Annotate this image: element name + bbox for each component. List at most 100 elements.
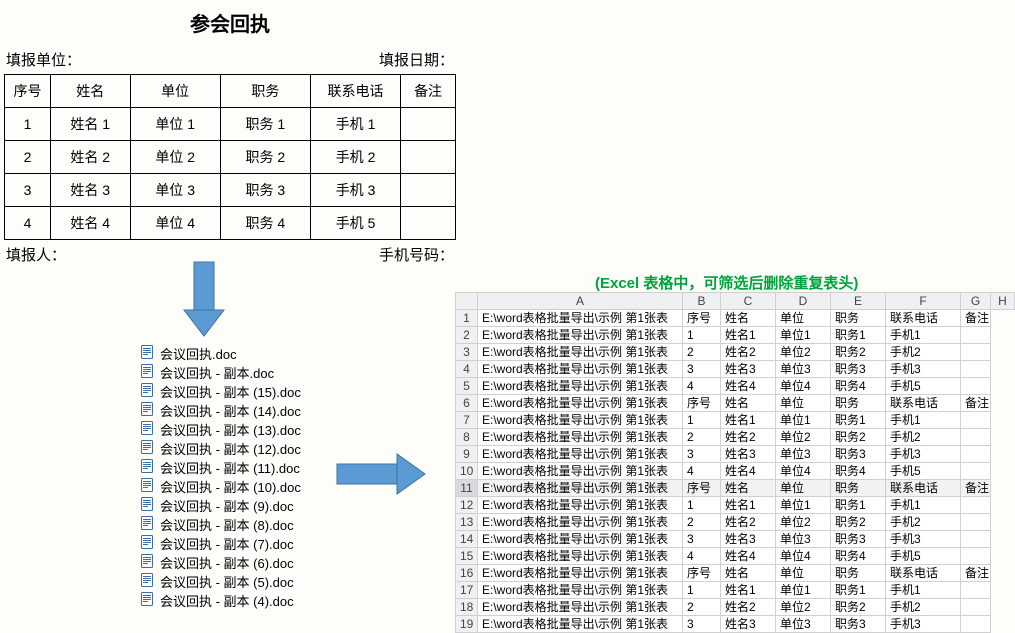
excel-cell[interactable]: 姓名3: [721, 616, 776, 633]
excel-cell[interactable]: E:\word表格批量导出\示例 第1张表: [478, 480, 683, 497]
excel-row[interactable]: 16E:\word表格批量导出\示例 第1张表序号姓名单位职务联系电话备注: [456, 565, 1015, 582]
excel-cell[interactable]: 手机5: [886, 378, 961, 395]
excel-cell[interactable]: 手机5: [886, 548, 961, 565]
excel-cell[interactable]: [961, 582, 991, 599]
excel-cell[interactable]: [961, 412, 991, 429]
excel-cell[interactable]: 职务4: [831, 378, 886, 395]
excel-cell[interactable]: 单位1: [776, 497, 831, 514]
excel-row[interactable]: 10E:\word表格批量导出\示例 第1张表4姓名4单位4职务4手机5: [456, 463, 1015, 480]
excel-cell[interactable]: 备注: [961, 480, 991, 497]
excel-cell[interactable]: 姓名2: [721, 514, 776, 531]
excel-row[interactable]: 17E:\word表格批量导出\示例 第1张表1姓名1单位1职务1手机1: [456, 582, 1015, 599]
excel-cell[interactable]: E:\word表格批量导出\示例 第1张表: [478, 616, 683, 633]
excel-cell[interactable]: 职务: [831, 565, 886, 582]
excel-row[interactable]: 19E:\word表格批量导出\示例 第1张表3姓名3单位3职务3手机3: [456, 616, 1015, 633]
excel-col-header[interactable]: E: [831, 293, 886, 310]
excel-cell[interactable]: 职务4: [831, 548, 886, 565]
excel-cell[interactable]: 职务: [831, 310, 886, 327]
excel-cell[interactable]: 姓名1: [721, 412, 776, 429]
excel-cell[interactable]: [961, 429, 991, 446]
excel-row-header[interactable]: 10: [456, 463, 478, 480]
excel-col-header[interactable]: H: [991, 293, 1015, 310]
list-item[interactable]: 会议回执 - 副本 (4).doc: [140, 592, 330, 611]
excel-cell[interactable]: 手机2: [886, 599, 961, 616]
excel-col-header[interactable]: C: [721, 293, 776, 310]
excel-cell[interactable]: 姓名4: [721, 548, 776, 565]
excel-cell[interactable]: 手机3: [886, 446, 961, 463]
excel-cell[interactable]: 单位1: [776, 327, 831, 344]
excel-cell[interactable]: E:\word表格批量导出\示例 第1张表: [478, 429, 683, 446]
excel-cell[interactable]: E:\word表格批量导出\示例 第1张表: [478, 565, 683, 582]
excel-cell[interactable]: 职务3: [831, 361, 886, 378]
excel-cell[interactable]: 1: [683, 412, 721, 429]
excel-cell[interactable]: 单位3: [776, 361, 831, 378]
excel-cell[interactable]: 单位2: [776, 429, 831, 446]
excel-cell[interactable]: [961, 616, 991, 633]
excel-cell[interactable]: 职务2: [831, 514, 886, 531]
excel-col-header[interactable]: G: [961, 293, 991, 310]
excel-cell[interactable]: 手机1: [886, 412, 961, 429]
excel-row-header[interactable]: 12: [456, 497, 478, 514]
excel-cell[interactable]: E:\word表格批量导出\示例 第1张表: [478, 310, 683, 327]
excel-cell[interactable]: 职务2: [831, 599, 886, 616]
excel-row[interactable]: 14E:\word表格批量导出\示例 第1张表3姓名3单位3职务3手机3: [456, 531, 1015, 548]
excel-row[interactable]: 9E:\word表格批量导出\示例 第1张表3姓名3单位3职务3手机3: [456, 446, 1015, 463]
excel-cell[interactable]: 姓名: [721, 310, 776, 327]
excel-cell[interactable]: 职务3: [831, 531, 886, 548]
excel-cell[interactable]: 单位4: [776, 548, 831, 565]
excel-cell[interactable]: E:\word表格批量导出\示例 第1张表: [478, 395, 683, 412]
excel-cell[interactable]: 单位1: [776, 412, 831, 429]
excel-cell[interactable]: 职务3: [831, 616, 886, 633]
excel-cell[interactable]: 3: [683, 446, 721, 463]
excel-row-header[interactable]: 4: [456, 361, 478, 378]
excel-cell[interactable]: 手机2: [886, 344, 961, 361]
excel-cell[interactable]: 姓名1: [721, 327, 776, 344]
excel-cell[interactable]: 职务1: [831, 497, 886, 514]
excel-cell[interactable]: 单位: [776, 565, 831, 582]
excel-cell[interactable]: 单位2: [776, 344, 831, 361]
excel-cell[interactable]: 单位3: [776, 616, 831, 633]
excel-cell[interactable]: 4: [683, 463, 721, 480]
excel-cell[interactable]: [961, 327, 991, 344]
excel-cell[interactable]: [961, 361, 991, 378]
excel-cell[interactable]: 职务1: [831, 582, 886, 599]
excel-cell[interactable]: 单位2: [776, 599, 831, 616]
excel-cell[interactable]: 序号: [683, 480, 721, 497]
excel-cell[interactable]: 职务4: [831, 463, 886, 480]
excel-cell[interactable]: 联系电话: [886, 565, 961, 582]
excel-cell[interactable]: [961, 378, 991, 395]
excel-cell[interactable]: E:\word表格批量导出\示例 第1张表: [478, 327, 683, 344]
list-item[interactable]: 会议回执 - 副本 (5).doc: [140, 573, 330, 592]
excel-row-header[interactable]: 14: [456, 531, 478, 548]
excel-cell[interactable]: 职务1: [831, 327, 886, 344]
list-item[interactable]: 会议回执 - 副本 (15).doc: [140, 383, 330, 402]
excel-cell[interactable]: 2: [683, 599, 721, 616]
excel-row-header[interactable]: 8: [456, 429, 478, 446]
excel-row-header[interactable]: 17: [456, 582, 478, 599]
excel-row[interactable]: 18E:\word表格批量导出\示例 第1张表2姓名2单位2职务2手机2: [456, 599, 1015, 616]
excel-row-header[interactable]: 19: [456, 616, 478, 633]
excel-row-header[interactable]: 16: [456, 565, 478, 582]
excel-row-header[interactable]: 13: [456, 514, 478, 531]
excel-cell[interactable]: 手机2: [886, 429, 961, 446]
excel-cell[interactable]: 职务: [831, 480, 886, 497]
excel-cell[interactable]: 手机3: [886, 531, 961, 548]
excel-cell[interactable]: 备注: [961, 565, 991, 582]
excel-cell[interactable]: 2: [683, 514, 721, 531]
excel-cell[interactable]: 手机3: [886, 616, 961, 633]
excel-cell[interactable]: [961, 344, 991, 361]
excel-cell[interactable]: E:\word表格批量导出\示例 第1张表: [478, 378, 683, 395]
list-item[interactable]: 会议回执 - 副本 (11).doc: [140, 459, 330, 478]
list-item[interactable]: 会议回执 - 副本 (10).doc: [140, 478, 330, 497]
excel-cell[interactable]: 单位: [776, 310, 831, 327]
excel-cell[interactable]: 3: [683, 616, 721, 633]
excel-col-header[interactable]: B: [683, 293, 721, 310]
excel-cell[interactable]: 姓名3: [721, 531, 776, 548]
excel-cell[interactable]: 3: [683, 361, 721, 378]
list-item[interactable]: 会议回执 - 副本.doc: [140, 364, 330, 383]
excel-cell[interactable]: 备注: [961, 395, 991, 412]
excel-cell[interactable]: 序号: [683, 310, 721, 327]
excel-cell[interactable]: 联系电话: [886, 395, 961, 412]
excel-cell[interactable]: 2: [683, 429, 721, 446]
excel-col-header[interactable]: F: [886, 293, 961, 310]
